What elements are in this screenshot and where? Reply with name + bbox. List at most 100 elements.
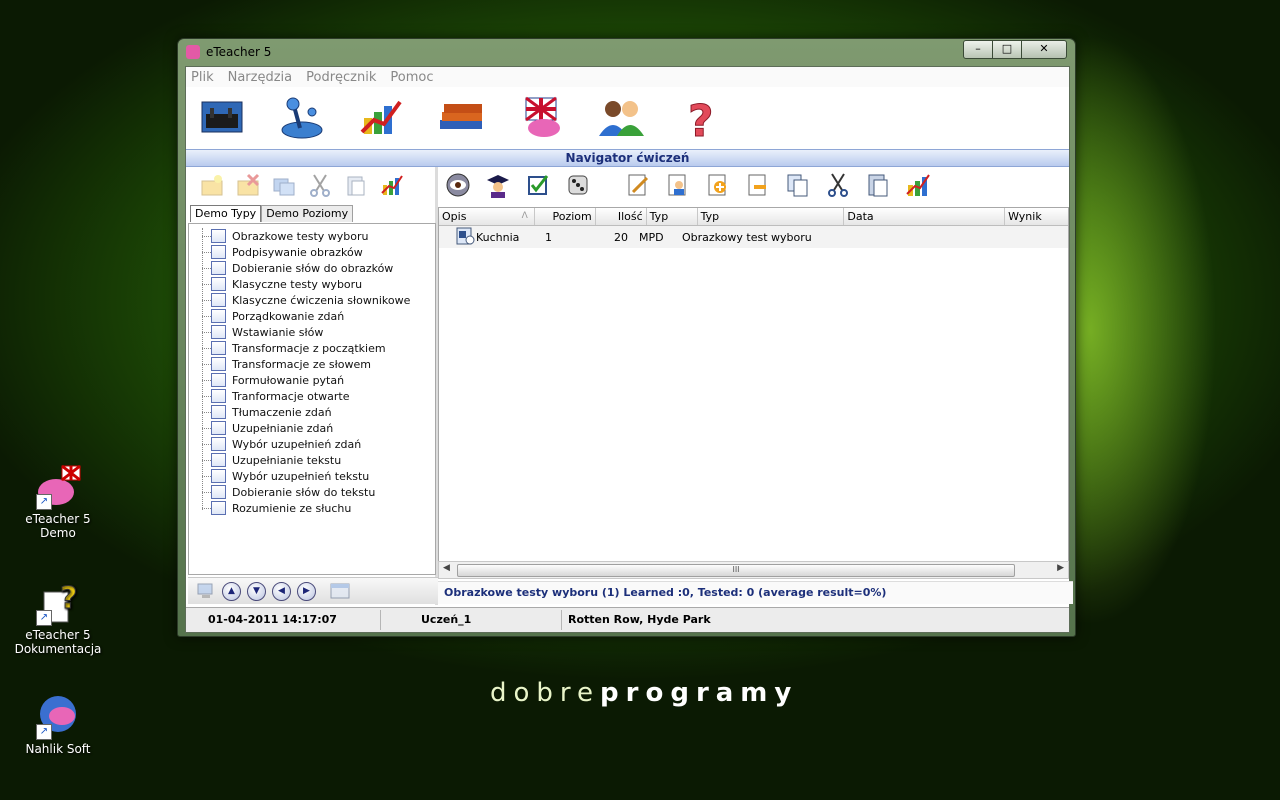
user-doc-icon[interactable] xyxy=(665,172,691,198)
tree-item[interactable]: Dobieranie słów do obrazków xyxy=(189,260,435,276)
move-right-button[interactable]: ▶ xyxy=(297,581,316,601)
move-up-button[interactable]: ▲ xyxy=(222,581,241,601)
menu-podrecznik[interactable]: Podręcznik xyxy=(306,70,376,85)
graduate-icon[interactable] xyxy=(485,172,511,198)
svg-text:?: ? xyxy=(60,581,77,616)
joystick-icon[interactable] xyxy=(276,94,328,140)
tree-item[interactable]: Wstawianie słów xyxy=(189,324,435,340)
checkbox-icon[interactable] xyxy=(525,172,551,198)
computer-icon[interactable] xyxy=(196,581,216,601)
window-icon[interactable] xyxy=(330,583,350,599)
paste-icon[interactable] xyxy=(344,173,368,197)
status-bar: 01-04-2011 14:17:07 Uczeń_1 Rotten Row, … xyxy=(186,607,1069,632)
column-header-wynik[interactable]: Wynik xyxy=(1005,208,1068,225)
remove-icon[interactable] xyxy=(745,172,771,198)
scroll-left-arrow-icon[interactable]: ◀ xyxy=(443,563,450,573)
tree-item[interactable]: Transformacje z początkiem xyxy=(189,340,435,356)
cut-icon[interactable] xyxy=(308,173,332,197)
document-icon xyxy=(211,245,226,259)
document-icon xyxy=(211,357,226,371)
paste-icon[interactable] xyxy=(865,172,891,198)
desktop-icon-nahlik-soft[interactable]: ↗ Nahlik Soft xyxy=(8,692,108,756)
scroll-right-arrow-icon[interactable]: ▶ xyxy=(1057,563,1064,573)
tree-item[interactable]: Wybór uzupełnień tekstu xyxy=(189,468,435,484)
title-bar[interactable]: eTeacher 5 – □ ✕ xyxy=(178,39,1075,65)
column-header-data[interactable]: Data xyxy=(844,208,1006,225)
column-header-typ-2[interactable]: Typ xyxy=(698,208,845,225)
tree-item[interactable]: Podpisywanie obrazków xyxy=(189,244,435,260)
tree-item[interactable]: Tranformacje otwarte xyxy=(189,388,435,404)
tree-nav-bar: ▲ ▼ ◀ ▶ xyxy=(188,577,442,604)
document-icon xyxy=(211,325,226,339)
chart-icon[interactable] xyxy=(380,173,404,197)
document-icon xyxy=(211,293,226,307)
menu-narzedzia[interactable]: Narzędzia xyxy=(228,70,293,85)
desktop-icon-eteacher-demo[interactable]: ↗ eTeacher 5 Demo xyxy=(8,462,108,540)
move-left-button[interactable]: ◀ xyxy=(272,581,291,601)
tree-item[interactable]: Obrazkowe testy wyboru xyxy=(189,228,435,244)
document-icon xyxy=(211,453,226,467)
document-icon xyxy=(211,373,226,387)
copy-folder-icon[interactable] xyxy=(272,173,296,197)
tree-item[interactable]: Porządkowanie zdań xyxy=(189,308,435,324)
scroll-thumb[interactable]: III xyxy=(457,564,1015,577)
eteacher-window: eTeacher 5 – □ ✕ Plik Narzędzia Podręczn… xyxy=(177,38,1076,637)
dice-icon[interactable] xyxy=(565,172,591,198)
documentation-icon: ? ↗ xyxy=(34,578,82,626)
menu-bar: Plik Narzędzia Podręcznik Pomoc xyxy=(186,67,1069,87)
chart-icon[interactable] xyxy=(905,172,931,198)
tree-item[interactable]: Tłumaczenie zdań xyxy=(189,404,435,420)
tree-item[interactable]: Transformacje ze słowem xyxy=(189,356,435,372)
cell-ilosc: 20 xyxy=(614,230,628,244)
document-icon xyxy=(211,501,226,515)
tree-item[interactable]: Rozumienie ze słuchu xyxy=(189,500,435,516)
move-down-button[interactable]: ▼ xyxy=(247,581,266,601)
exercise-summary: Obrazkowe testy wyboru (1) Learned :0, T… xyxy=(438,581,1073,604)
users-icon[interactable] xyxy=(596,94,648,140)
desktop-icon-eteacher-docs[interactable]: ? ↗ eTeacher 5 Dokumentacja xyxy=(8,578,108,657)
close-button[interactable]: ✕ xyxy=(1021,40,1067,59)
london-scene-icon[interactable] xyxy=(196,94,248,140)
right-toolbar xyxy=(438,167,1069,203)
column-header-poziom[interactable]: Poziom xyxy=(535,208,596,225)
delete-folder-icon[interactable] xyxy=(236,173,260,197)
column-header-opis[interactable]: Opis Λ xyxy=(439,208,535,225)
tree-item[interactable]: Formułowanie pytań xyxy=(189,372,435,388)
add-icon[interactable] xyxy=(705,172,731,198)
document-icon xyxy=(211,469,226,483)
new-folder-icon[interactable] xyxy=(200,173,224,197)
desktop-icon-label: Nahlik Soft xyxy=(25,742,91,756)
maximize-button[interactable]: □ xyxy=(992,40,1022,59)
desktop-icon-label: eTeacher 5 Dokumentacja xyxy=(14,628,102,656)
shortcut-arrow-icon: ↗ xyxy=(36,494,52,510)
minimize-button[interactable]: – xyxy=(963,40,993,59)
tree-item[interactable]: Dobieranie słów do tekstu xyxy=(189,484,435,500)
tab-demo-typy[interactable]: Demo Typy xyxy=(190,205,262,222)
horizontal-scrollbar[interactable]: ◀ III ▶ xyxy=(438,561,1069,579)
tree-item[interactable]: Klasyczne ćwiczenia słownikowe xyxy=(189,292,435,308)
tree-item[interactable]: Uzupełnianie zdań xyxy=(189,420,435,436)
copy-icon[interactable] xyxy=(785,172,811,198)
menu-plik[interactable]: Plik xyxy=(191,70,214,85)
eye-icon[interactable] xyxy=(445,172,471,198)
column-header-typ[interactable]: Typ xyxy=(647,208,698,225)
menu-pomoc[interactable]: Pomoc xyxy=(390,70,433,85)
table-row[interactable]: Kuchnia 1 20 MPD Obrazkowy test wyboru xyxy=(439,226,1068,248)
eteacher-demo-icon: ↗ xyxy=(34,462,82,510)
tree-item[interactable]: Uzupełnianie tekstu xyxy=(189,452,435,468)
grid-header: Opis Λ Poziom Ilość Typ Typ Data Wynik xyxy=(439,208,1068,226)
tree-item[interactable]: Wybór uzupełnień zdań xyxy=(189,436,435,452)
chart-icon[interactable] xyxy=(356,94,408,140)
union-jack-icon[interactable] xyxy=(516,94,568,140)
help-icon[interactable]: ? xyxy=(676,94,728,148)
scissors-icon[interactable] xyxy=(825,172,851,198)
document-icon xyxy=(211,309,226,323)
sort-indicator-icon: Λ xyxy=(521,211,528,221)
tree-item[interactable]: Klasyczne testy wyboru xyxy=(189,276,435,292)
edit-icon[interactable] xyxy=(625,172,651,198)
desktop-icon-label: eTeacher 5 Demo xyxy=(25,512,91,540)
status-location: Rotten Row, Hyde Park xyxy=(568,613,711,626)
tab-demo-poziomy[interactable]: Demo Poziomy xyxy=(261,205,354,222)
books-icon[interactable] xyxy=(436,94,488,140)
column-header-ilosc[interactable]: Ilość xyxy=(596,208,647,225)
